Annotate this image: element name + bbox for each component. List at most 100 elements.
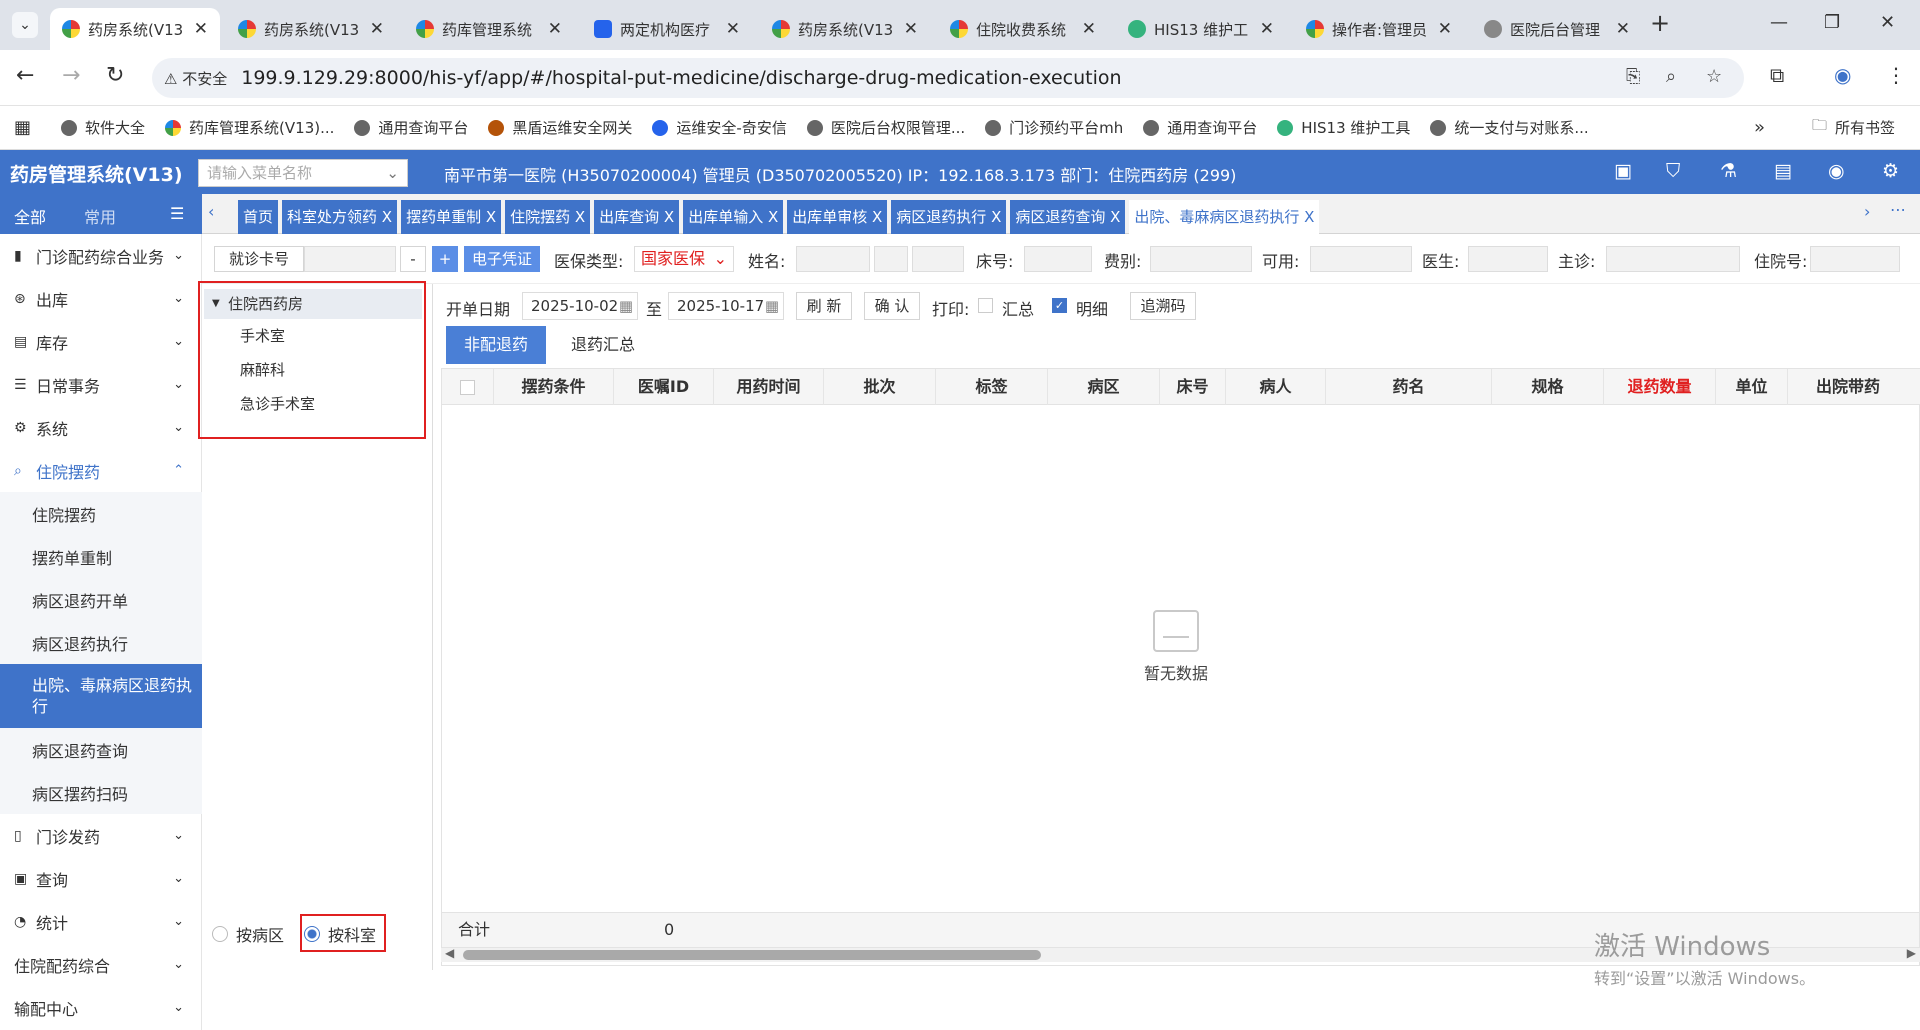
insecure-badge[interactable]: ⚠ 不安全 [164, 68, 227, 89]
monitor-icon[interactable]: ▣ [1614, 160, 1632, 182]
more-bookmarks-icon[interactable]: » [1754, 117, 1765, 138]
close-window-icon[interactable]: ✕ [1880, 12, 1895, 33]
start-date-input[interactable]: 2025-10-02 ▦ [522, 292, 638, 320]
close-icon[interactable]: ✕ [1438, 19, 1452, 39]
bookmark-item[interactable]: 药库管理系统(V13)... [165, 117, 334, 138]
browser-tab[interactable]: 药房系统(V13 ✕ [226, 8, 396, 50]
column-header[interactable]: 医嘱ID [614, 369, 714, 405]
translate-icon[interactable]: ⎘ [1626, 66, 1640, 87]
extensions-icon[interactable]: ⧉ [1770, 63, 1784, 87]
page-tab-active[interactable]: 出院、毒麻病区退药执行 X [1129, 200, 1320, 234]
new-tab-button[interactable]: + [1650, 9, 1670, 37]
column-header[interactable]: 单位 [1716, 369, 1788, 405]
tree-node[interactable]: 急诊手术室 [240, 393, 315, 414]
plus-button[interactable]: + [432, 246, 458, 272]
url-text[interactable]: 199.9.129.29:8000/his-yf/app/#/hospital-… [241, 67, 1121, 89]
sidebar-item[interactable]: ▯ 门诊发药 ⌄ [0, 814, 202, 857]
back-icon[interactable]: ← [16, 63, 34, 88]
bookmark-item[interactable]: 门诊预约平台mh [985, 117, 1123, 138]
presentation-icon[interactable]: ⛉ [1666, 160, 1680, 182]
bookmark-item[interactable]: 统一支付与对账系... [1430, 117, 1589, 138]
gender-input[interactable] [874, 246, 908, 272]
column-header[interactable]: 病区 [1048, 369, 1160, 405]
page-tab[interactable]: 病区退药查询 X [1010, 200, 1126, 234]
scroll-left-icon[interactable]: ‹ [208, 202, 214, 221]
tree-node[interactable]: 麻醉科 [240, 359, 285, 380]
caret-down-icon[interactable]: ▼ [212, 289, 220, 319]
restore-icon[interactable]: ❐ [1824, 12, 1840, 33]
sidebar-subitem[interactable]: 病区退药查询 [0, 728, 202, 771]
zoom-icon[interactable]: ⌕ [1666, 66, 1676, 87]
sidebar-subitem[interactable]: 病区退药开单 [0, 578, 202, 621]
select-all-cell[interactable] [442, 369, 494, 405]
page-tab[interactable]: 出库查询 X [594, 200, 680, 234]
page-tab[interactable]: 摆药单重制 X [401, 200, 502, 234]
sidebar-subitem-active[interactable]: 出院、毒麻病区退药执行 [0, 664, 202, 728]
close-icon[interactable]: ✕ [1616, 19, 1630, 39]
column-header[interactable]: 用药时间 [714, 369, 824, 405]
browser-tab[interactable]: 医院后台管理 ✕ [1472, 8, 1642, 50]
tab-all[interactable]: 全部 [14, 204, 46, 228]
confirm-button[interactable]: 确 认 [864, 292, 920, 320]
url-box[interactable]: ⚠ 不安全 199.9.129.29:8000/his-yf/app/#/hos… [152, 58, 1744, 98]
fee-input[interactable] [1150, 246, 1252, 272]
browser-tab[interactable]: 药库管理系统 ✕ [404, 8, 574, 50]
avail-input[interactable] [1310, 246, 1412, 272]
bed-input[interactable] [1024, 246, 1092, 272]
document-icon[interactable]: ▤ [1774, 160, 1792, 182]
browser-tab[interactable]: 药房系统(V13 ✕ [50, 8, 220, 50]
bookmark-item[interactable]: 医院后台权限管理... [806, 117, 965, 138]
column-header[interactable]: 标签 [936, 369, 1048, 405]
close-icon[interactable]: ✕ [370, 19, 384, 39]
column-header[interactable]: 退药数量 [1604, 369, 1716, 405]
scroll-right-arrow-icon[interactable]: ▶ [1907, 946, 1916, 960]
diag-input[interactable] [1606, 246, 1740, 272]
page-tab[interactable]: 科室处方领药 X [282, 200, 398, 234]
evoucher-button[interactable]: 电子凭证 [464, 246, 540, 272]
sidebar-item[interactable]: ▣ 查询 ⌄ [0, 857, 202, 900]
gear-icon[interactable]: ⚙ [1882, 160, 1899, 182]
minus-button[interactable]: - [400, 246, 426, 272]
column-header[interactable]: 出院带药 [1788, 369, 1920, 405]
menu-search-input[interactable]: 请输入菜单名称 ⌄ [198, 159, 408, 187]
sidebar-item[interactable]: ◔ 统计 ⌄ [0, 900, 202, 943]
refresh-button[interactable]: 刷 新 [796, 292, 852, 320]
browser-tab[interactable]: 药房系统(V13 ✕ [760, 8, 930, 50]
minimize-icon[interactable]: — [1770, 12, 1788, 33]
panel-divider[interactable] [432, 284, 433, 970]
doctor-input[interactable] [1468, 246, 1548, 272]
sidebar-item[interactable]: 住院配药综合 ⌄ [0, 943, 202, 986]
menu-toggle-icon[interactable]: ☰ [170, 204, 184, 223]
column-header[interactable]: 摆药条件 [494, 369, 614, 405]
browser-tab[interactable]: 两定机构医疗 ✕ [582, 8, 752, 50]
scroll-right-icon[interactable]: › [1864, 202, 1870, 221]
sidebar-item[interactable]: ⊛ 出库 ⌄ [0, 277, 202, 320]
close-icon[interactable]: ✕ [904, 19, 918, 39]
age-input[interactable] [912, 246, 964, 272]
reload-icon[interactable]: ↻ [106, 63, 124, 88]
column-header[interactable]: 床号 [1160, 369, 1226, 405]
column-header[interactable]: 批次 [824, 369, 936, 405]
column-header[interactable]: 病人 [1226, 369, 1326, 405]
star-icon[interactable]: ☆ [1706, 66, 1722, 87]
tree-node[interactable]: 手术室 [240, 325, 285, 346]
close-icon[interactable]: ✕ [726, 19, 740, 39]
tab-search-icon[interactable]: ⌄ [12, 12, 38, 38]
tree-root[interactable]: ▼ 住院西药房 [204, 289, 422, 319]
radio-by-ward[interactable]: 按病区 [212, 922, 284, 946]
inpatient-input[interactable] [1810, 246, 1900, 272]
close-icon[interactable]: ✕ [548, 19, 562, 39]
sidebar-item[interactable]: ☰ 日常事务 ⌄ [0, 363, 202, 406]
end-date-input[interactable]: 2025-10-17 ▦ [668, 292, 784, 320]
column-header[interactable]: 规格 [1492, 369, 1604, 405]
close-icon[interactable]: ✕ [1260, 19, 1274, 39]
trace-code-button[interactable]: 追溯码 [1130, 292, 1196, 320]
apps-grid-icon[interactable]: ▦ [14, 117, 31, 138]
summary-checkbox[interactable] [978, 298, 993, 313]
tab-return-summary[interactable]: 退药汇总 [558, 326, 648, 364]
more-icon[interactable]: ⋯ [1890, 200, 1906, 219]
browser-menu-icon[interactable]: ⋮ [1886, 63, 1906, 87]
bookmark-item[interactable]: 软件大全 [61, 117, 145, 138]
eye-icon[interactable]: ◉ [1828, 160, 1845, 182]
sidebar-item[interactable]: 输配中心 ⌄ [0, 986, 202, 1029]
